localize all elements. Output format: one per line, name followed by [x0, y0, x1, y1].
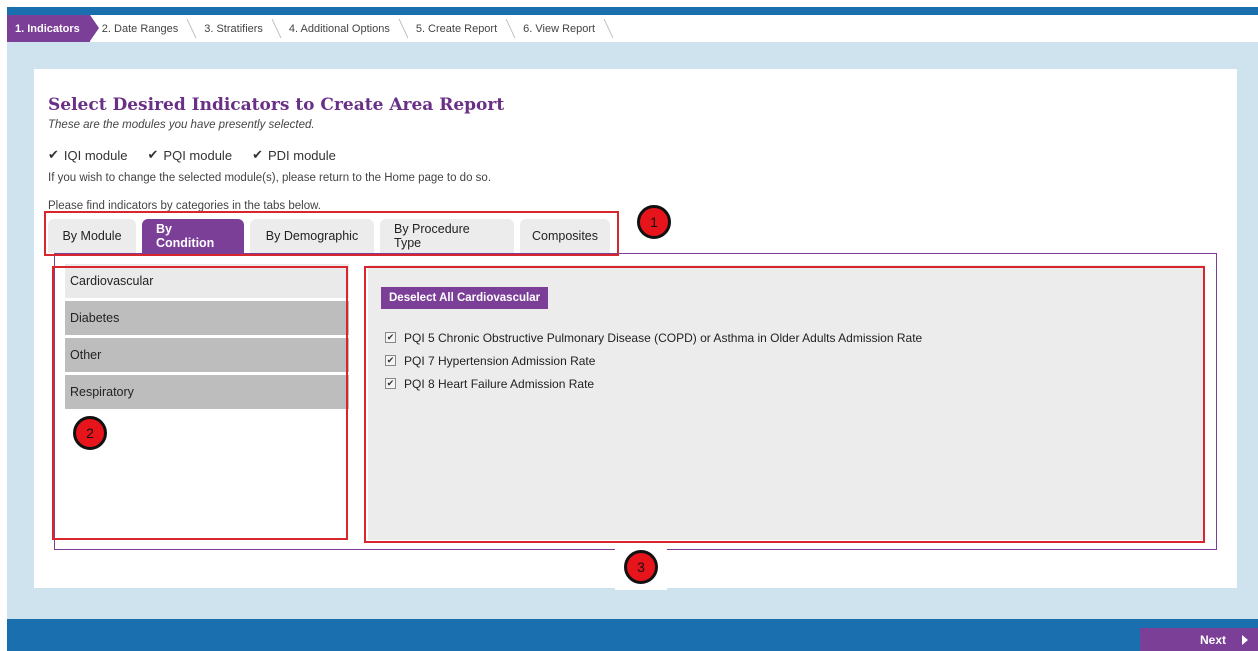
deselect-all-button[interactable]: Deselect All Cardiovascular: [381, 287, 549, 309]
module-pqi: ✔ PQI module: [148, 147, 233, 163]
change-modules-note: If you wish to change the selected modul…: [48, 172, 492, 184]
step-additional-options[interactable]: 4. Additional Options: [277, 15, 404, 42]
tab-by-module[interactable]: By Module: [48, 219, 136, 253]
checkmark-icon: ✔: [48, 147, 59, 162]
page-subtitle: These are the modules you have presently…: [48, 119, 315, 131]
tab-by-demographic[interactable]: By Demographic: [250, 219, 374, 253]
indicator-label: PQI 8 Heart Failure Admission Rate: [404, 376, 595, 391]
next-label: Next: [1199, 632, 1226, 647]
indicator-item[interactable]: ✔ PQI 5 Chronic Obstructive Pulmonary Di…: [385, 326, 922, 349]
category-respiratory[interactable]: Respiratory: [65, 375, 349, 409]
tab-composites[interactable]: Composites: [520, 219, 610, 253]
indicator-checkbox[interactable]: ✔: [385, 378, 396, 389]
step-stratifiers[interactable]: 3. Stratifiers: [192, 15, 277, 42]
tab-by-procedure-type[interactable]: By Procedure Type: [380, 219, 514, 253]
top-stripe: [7, 7, 1258, 15]
tabs-note: Please find indicators by categories in …: [48, 200, 321, 212]
checkmark-icon: ✔: [147, 147, 159, 162]
step-view-report[interactable]: 6. View Report: [511, 15, 609, 42]
play-arrow-icon: [1242, 634, 1248, 645]
module-pdi: ✔ PDI module: [252, 147, 336, 163]
content-stage: Select Desired Indicators to Create Area…: [7, 42, 1258, 619]
footer-bar: Next: [7, 619, 1258, 651]
checkmark-icon: ✔: [252, 147, 263, 162]
indicator-label: PQI 7 Hypertension Admission Rate: [404, 353, 596, 368]
tab-by-condition[interactable]: By Condition: [142, 219, 244, 253]
tab-panel: Cardiovascular Diabetes Other Respirator…: [54, 253, 1217, 550]
annotation-marker-3: 3: [624, 550, 658, 584]
module-label: IQI module: [63, 147, 128, 163]
step-date-ranges[interactable]: 2. Date Ranges: [90, 15, 192, 42]
indicator-checkbox[interactable]: ✔: [385, 332, 396, 343]
module-iqi: ✔ IQI module: [48, 147, 128, 163]
module-label: PQI module: [163, 147, 233, 163]
indicator-label: PQI 5 Chronic Obstructive Pulmonary Dise…: [404, 330, 923, 345]
indicator-item[interactable]: ✔ PQI 8 Heart Failure Admission Rate: [385, 372, 922, 395]
annotation-marker-2: 2: [73, 416, 107, 450]
next-button[interactable]: Next: [1140, 628, 1258, 651]
indicator-item[interactable]: ✔ PQI 7 Hypertension Admission Rate: [385, 349, 922, 372]
annotation-marker-1: 1: [637, 205, 671, 239]
category-list: Cardiovascular Diabetes Other Respirator…: [65, 264, 349, 412]
indicator-card: Select Desired Indicators to Create Area…: [34, 69, 1237, 588]
indicator-checkbox[interactable]: ✔: [385, 355, 396, 366]
step-indicators[interactable]: 1. Indicators: [7, 15, 99, 42]
module-label: PDI module: [267, 147, 336, 163]
selected-modules: ✔ IQI module ✔ PQI module ✔ PDI module: [48, 147, 336, 163]
category-tabs: By Module By Condition By Demographic By…: [48, 219, 616, 253]
indicator-panel: Deselect All Cardiovascular ✔ PQI 5 Chro…: [368, 265, 1205, 540]
category-other[interactable]: Other: [65, 338, 349, 372]
indicator-list: ✔ PQI 5 Chronic Obstructive Pulmonary Di…: [385, 326, 922, 395]
category-cardiovascular[interactable]: Cardiovascular: [65, 264, 349, 298]
step-create-report[interactable]: 5. Create Report: [404, 15, 511, 42]
wizard-steps: 1. Indicators 2. Date Ranges 3. Stratifi…: [7, 15, 1258, 42]
page-title: Select Desired Indicators to Create Area…: [48, 95, 505, 115]
category-diabetes[interactable]: Diabetes: [65, 301, 349, 335]
